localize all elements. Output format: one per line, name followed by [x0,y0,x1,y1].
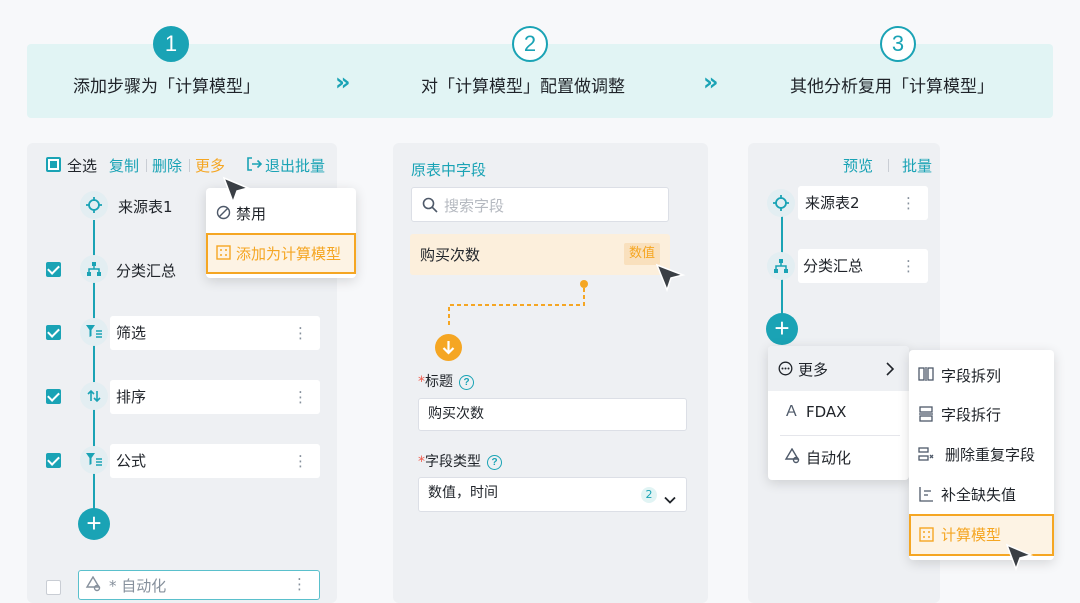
chevron-right-icon [885,361,895,380]
split-row-item[interactable]: 字段拆行 [941,404,1001,425]
more-dots-icon[interactable]: ⋮ [293,444,308,478]
node-label: 公式 [116,452,147,470]
more-dots-icon[interactable]: ⋮ [901,186,916,220]
split-row-icon [918,406,934,426]
node-label: 来源表2 [805,194,860,212]
node-checkbox[interactable] [46,262,61,277]
chevron-down-icon [663,488,677,519]
font-a-icon: A [786,403,797,420]
filter-icon [80,318,108,346]
select-all-label[interactable]: 全选 [67,155,97,176]
required-mark: * [418,454,425,470]
dedupe-icon [918,446,934,466]
source-table-2-node[interactable]: 来源表2 ⋮ [798,186,928,220]
more-circle-icon [778,361,793,380]
mouse-cursor-icon [1005,543,1035,575]
add-step-button[interactable]: + [766,313,798,345]
calc-model-icon [216,245,231,264]
panel-title: 原表中字段 [411,161,487,179]
filter-node[interactable]: 筛选 ⋮ [110,316,320,350]
more-button[interactable]: 更多 [195,155,225,176]
hierarchy-icon [767,252,795,280]
node-label: 分类汇总 [803,257,864,275]
dedupe-item[interactable]: 删除重复字段 [945,444,1035,465]
calc-model-label: 计算模型 [941,526,1002,544]
automation-icon [85,575,101,596]
automation-menu-item[interactable]: 自动化 [806,447,851,468]
mouse-cursor-icon [222,176,252,208]
node-checkbox[interactable] [46,389,61,404]
search-icon [422,197,438,217]
fill-missing-item[interactable]: 补全缺失值 [941,484,1016,505]
help-icon[interactable]: ? [487,454,502,470]
step-2-number: 2 [512,26,548,62]
add-model-label: 添加为计算模型 [236,245,342,263]
copy-button[interactable]: 复制 [109,155,139,176]
exit-batch-button[interactable]: 退出批量 [265,155,325,176]
more-dots-icon[interactable]: ⋮ [292,575,307,593]
selected-count-badge: 2 [641,487,657,503]
more-dots-icon[interactable]: ⋮ [293,380,308,414]
batch-button[interactable]: 批量 [902,155,932,176]
more-dots-icon[interactable]: ⋮ [293,316,308,350]
automation-icon [784,447,800,468]
sort-icon [80,382,108,410]
node-label: * 自动化 [109,577,167,595]
type-field-label: *字段类型? [418,451,502,471]
summary-node[interactable]: 分类汇总 ⋮ [798,249,928,283]
field-type-select[interactable]: 数值，时间 2 [418,477,687,512]
step-3-number: 3 [880,26,916,62]
split-column-icon [918,366,934,386]
node-label[interactable]: 分类汇总 [116,260,176,281]
step-3-text: 其他分析复用「计算模型」 [790,77,994,97]
exit-icon[interactable] [246,156,263,176]
type-label-text: 字段类型 [425,454,481,470]
search-placeholder: 搜索字段 [444,197,505,215]
mouse-cursor-icon [655,263,687,297]
target-icon [80,191,108,219]
node-checkbox[interactable] [46,453,61,468]
node-checkbox[interactable] [46,580,61,595]
select-all-checkbox[interactable] [46,157,61,172]
field-search-input[interactable]: 搜索字段 [411,187,669,222]
title-field-label: *标题? [418,371,474,391]
source-table-1-label[interactable]: 来源表1 [118,196,173,217]
node-label: 筛选 [116,324,147,342]
split-column-item[interactable]: 字段拆列 [941,365,1001,386]
fdax-menu-item[interactable]: FDAX [806,403,846,421]
calc-model-icon [919,527,934,546]
target-icon [767,189,795,217]
formula-icon [80,446,108,474]
title-input[interactable]: 购买次数 [418,398,687,431]
fill-missing-icon [918,486,934,506]
menu-divider [780,435,900,436]
delete-button[interactable]: 删除 [152,155,182,176]
step-1-number: 1 [153,26,189,62]
preview-button[interactable]: 预览 [843,155,873,176]
automation-node[interactable]: * 自动化 ⋮ [78,570,320,600]
more-dots-icon[interactable]: ⋮ [901,249,916,283]
toolbar-divider [146,159,147,172]
step-1-text: 添加步骤为「计算模型」 [73,77,260,97]
arrow-down-icon [435,334,462,361]
step-arrow-1: » [335,68,351,96]
field-name: 购买次数 [420,246,481,264]
step-2-text: 对「计算模型」配置做调整 [421,77,625,97]
field-row-purchase-count[interactable]: 购买次数 数值 [410,234,670,275]
hierarchy-icon [80,255,108,283]
toolbar-divider [189,159,190,172]
add-step-button[interactable]: + [78,508,110,540]
step-arrow-2: » [703,68,719,96]
help-icon[interactable]: ? [459,374,474,390]
title-label-text: 标题 [425,374,453,390]
required-mark: * [418,374,425,390]
node-label: 排序 [116,388,147,406]
field-type-badge: 数值 [623,243,660,265]
toolbar-divider [888,159,889,172]
formula-node[interactable]: 公式 ⋮ [110,444,320,478]
more-label: 更多 [798,361,829,379]
field-type-value: 数值，时间 [428,485,498,501]
sort-node[interactable]: 排序 ⋮ [110,380,320,414]
node-checkbox[interactable] [46,325,61,340]
